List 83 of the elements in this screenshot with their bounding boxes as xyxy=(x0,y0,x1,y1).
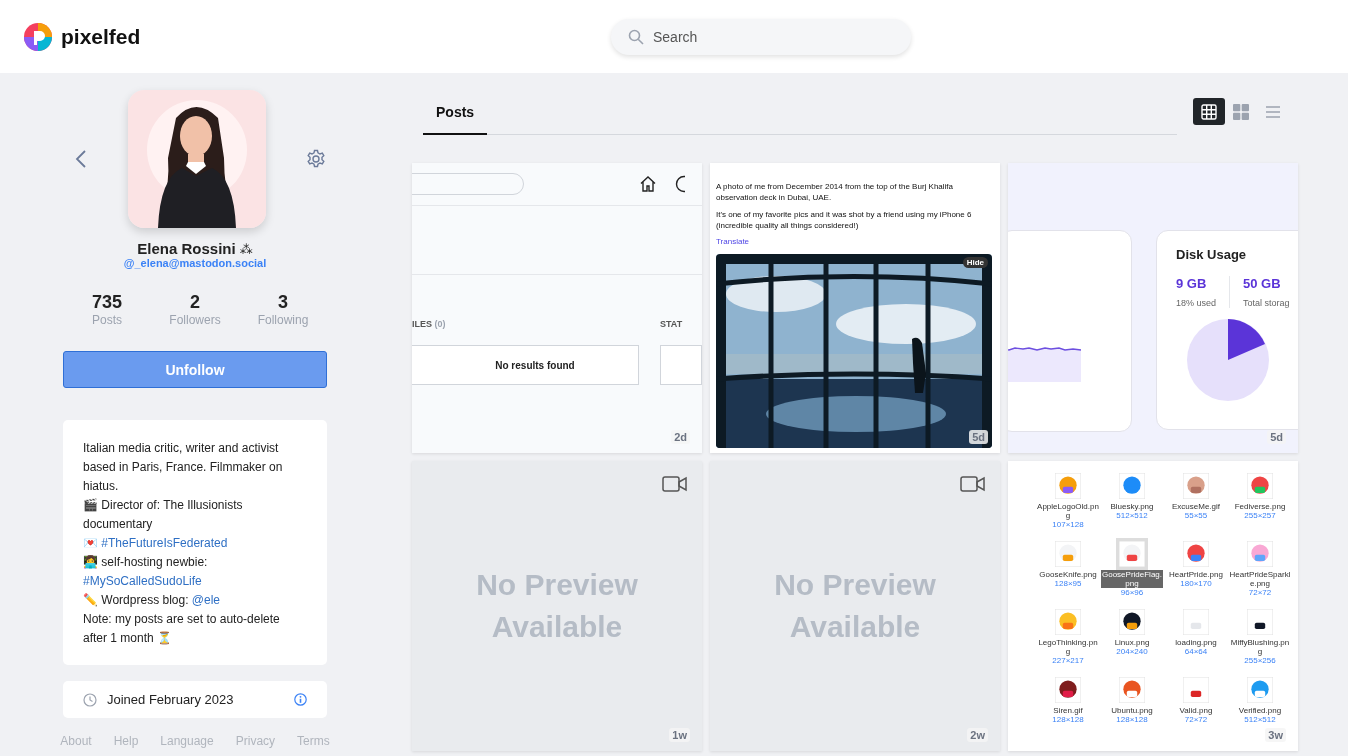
card-title: Disk Usage xyxy=(1176,247,1248,262)
file-name: Ubuntu.png xyxy=(1110,706,1154,715)
figure-value: 9 GB xyxy=(1176,276,1208,291)
empty-results-box: No results found xyxy=(412,345,639,385)
translate-link: Translate xyxy=(716,237,751,246)
back-icon[interactable] xyxy=(75,150,87,168)
post-tile[interactable]: Disk Usage 9 GB 18% used 50 GB Total storag 5d xyxy=(1008,163,1298,453)
file-name: GoosePrideFlag.png xyxy=(1101,570,1163,588)
home-icon xyxy=(639,175,657,193)
joined-date: Joined February 2023 xyxy=(107,692,235,707)
file-name: Fediverse.png xyxy=(1233,502,1287,511)
post-tile[interactable]: ILES (0) No results found STAT 2d xyxy=(412,163,702,453)
stat-counter[interactable]: 735 Posts xyxy=(63,292,151,327)
brand-name[interactable]: pixelfed xyxy=(61,24,141,49)
hashtag-link[interactable]: #TheFutureIsFederated xyxy=(101,536,228,550)
file-size: 55×55 xyxy=(1184,511,1208,520)
hide-button: Hide xyxy=(962,257,988,268)
post-age: 2w xyxy=(967,728,988,742)
file-name: Valid.png xyxy=(1178,706,1214,715)
stat-counter[interactable]: 2 Followers xyxy=(151,292,239,327)
results-box xyxy=(660,345,702,385)
bio-text: Italian media critic, writer and activist based in Paris, France. Filmmaker on hiatus. 🎬 Director of: The Illusionists documentary 💌 #TheFutureIsFederated 👩‍💻 self-hosting newbie: #MySoCalledSudoLife ✏ Wordpress blog: @ele Note: my posts are set to auto-delete after 1 month ⏳ xyxy=(83,440,284,647)
file-name: Siren.gif xyxy=(1052,706,1084,715)
hashtag-link[interactable]: #MySoCalledSudoLife xyxy=(83,574,202,588)
file-size: 96×96 xyxy=(1120,588,1144,597)
file-size: 255×257 xyxy=(1244,511,1276,520)
file-name: AppleLogoOld.png xyxy=(1037,502,1099,520)
file-size: 204×240 xyxy=(1116,647,1148,656)
video-camera-icon xyxy=(662,475,688,493)
figure-value: 50 GB xyxy=(1243,276,1282,291)
file-name: Verified.png xyxy=(1237,706,1283,715)
file-name: ExcuseMe.gif xyxy=(1171,502,1221,511)
file-size: 72×72 xyxy=(1248,588,1272,597)
section-heading: ILES (0) xyxy=(412,319,447,331)
posts-tab[interactable]: Posts xyxy=(423,90,488,135)
file-name: Bluesky.png xyxy=(1109,502,1155,511)
file-size: 227×217 xyxy=(1052,656,1084,665)
file-name: Linux.png xyxy=(1113,638,1151,647)
file-size: 64×64 xyxy=(1184,647,1208,656)
grid-icon xyxy=(1201,103,1217,120)
clock-icon xyxy=(83,692,97,707)
info-icon[interactable] xyxy=(294,693,307,706)
figure-label: 18% used xyxy=(1176,298,1217,308)
post-age: 2d xyxy=(671,430,690,444)
logo-icon[interactable] xyxy=(23,21,53,52)
section-heading: STAT xyxy=(660,319,684,331)
file-size: 72×72 xyxy=(1184,715,1208,724)
list-icon xyxy=(1265,104,1281,119)
post-text: It's one of my favorite pics and it was shot by a friend using my iPhone 6 (incredible quality all things considered!) xyxy=(716,209,973,231)
file-size: 512×512 xyxy=(1244,715,1276,724)
video-camera-icon xyxy=(960,475,986,493)
file-size: 255×256 xyxy=(1244,656,1276,665)
file-size: 512×512 xyxy=(1116,511,1148,520)
tiles-icon xyxy=(1233,103,1249,120)
post-tile[interactable] xyxy=(1008,461,1298,751)
profile-name: Elena Rossini xyxy=(137,240,236,257)
figure-label: Total storag xyxy=(1243,298,1290,308)
file-name: LegoThinking.png xyxy=(1037,638,1099,656)
search-icon xyxy=(628,28,644,45)
file-size: 180×170 xyxy=(1180,579,1212,588)
settings-icon[interactable] xyxy=(306,149,326,169)
post-age: 5d xyxy=(1267,430,1286,444)
file-name: HeartPride.png xyxy=(1168,570,1224,579)
unfollow-button[interactable]: Unfollow xyxy=(63,351,327,388)
search-field[interactable]: Search xyxy=(611,18,911,55)
file-size: 128×95 xyxy=(1054,579,1082,588)
file-name: GooseKnife.png xyxy=(1038,570,1098,579)
post-text: A photo of me from December 2014 from the top of the Burj Khalifa observation deck in Dubai, UAE. xyxy=(716,181,954,203)
file-size: 128×128 xyxy=(1052,715,1084,724)
hashtag-link[interactable]: @ele xyxy=(191,593,221,607)
post-tile[interactable] xyxy=(710,163,1000,453)
post-age: 1w xyxy=(669,728,690,742)
file-name: MiffyBlushing.png xyxy=(1229,638,1291,656)
file-size: 128×128 xyxy=(1116,715,1148,724)
grid-view-button[interactable] xyxy=(1193,98,1225,125)
file-size: 107×128 xyxy=(1052,520,1084,529)
post-age: 3w xyxy=(1265,728,1286,742)
stat-counter[interactable]: 3 Following xyxy=(239,292,327,327)
file-name: loading.png xyxy=(1174,638,1218,647)
profile-handle[interactable]: @_elena@mastodon.social xyxy=(123,257,267,269)
fediverse-mark: ⁂ xyxy=(239,242,253,257)
file-name: HeartPrideSparkle.png xyxy=(1229,570,1291,588)
post-age: 5d xyxy=(969,430,988,444)
